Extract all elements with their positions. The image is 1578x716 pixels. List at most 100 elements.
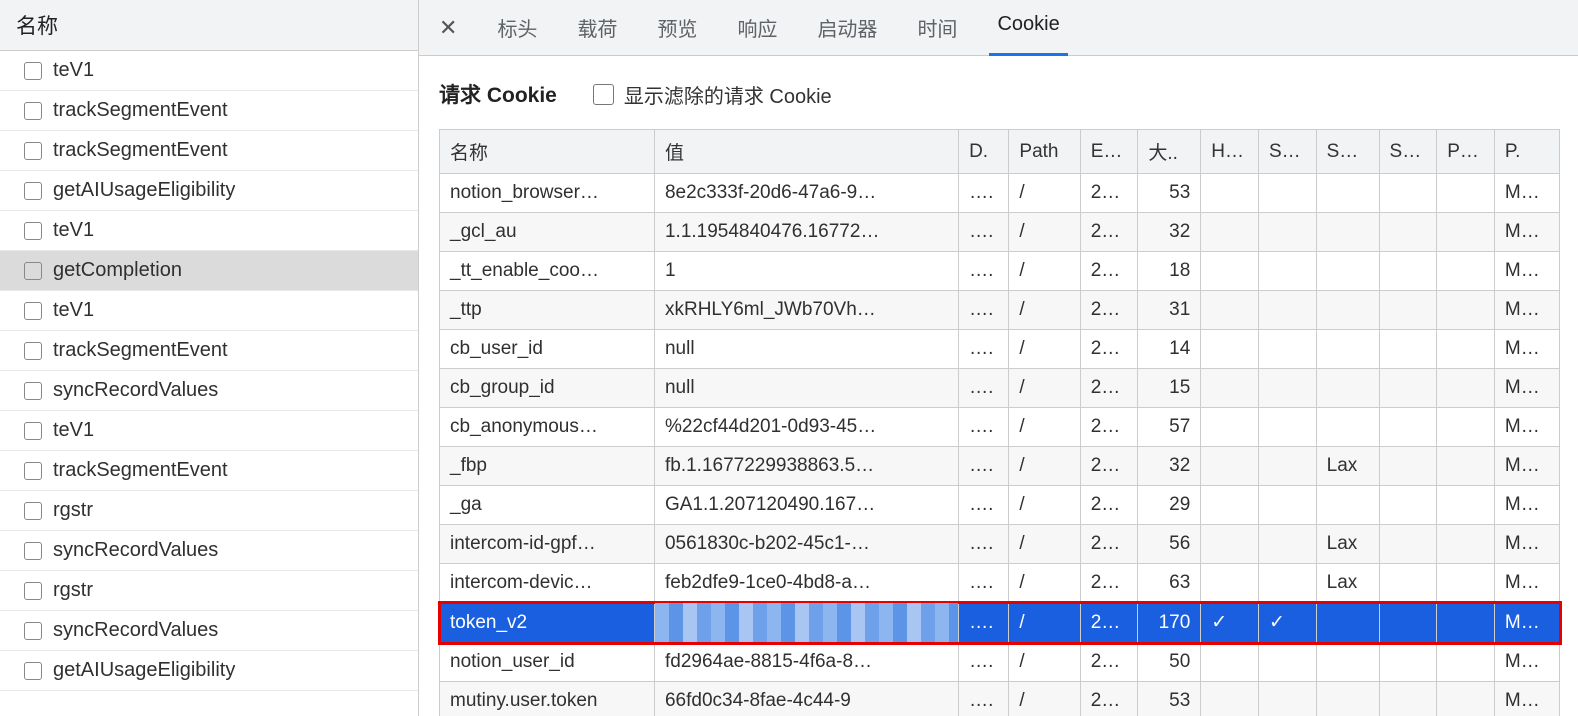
cookie-cell-value: 1 <box>654 252 958 291</box>
tab-时间[interactable]: 时间 <box>909 0 965 56</box>
cookie-column-header[interactable]: D. <box>959 130 1009 174</box>
request-item[interactable]: syncRecordValues <box>0 611 418 651</box>
cookie-column-header[interactable]: 名称 <box>440 130 655 174</box>
cookie-row[interactable]: token_v2…./2…170✓✓M… <box>440 603 1560 643</box>
checkbox-icon[interactable] <box>24 222 42 240</box>
cookie-row[interactable]: _ttpxkRHLY6ml_JWb70Vh……./2…31M… <box>440 291 1560 330</box>
cookie-cell-p2: M… <box>1494 213 1559 252</box>
checkbox-icon[interactable] <box>24 462 42 480</box>
cookie-column-header[interactable]: S… <box>1379 130 1437 174</box>
cookie-row[interactable]: _fbpfb.1.1677229938863.5……./2…32LaxM… <box>440 447 1560 486</box>
checkbox-icon[interactable] <box>24 102 42 120</box>
tab-响应[interactable]: 响应 <box>729 0 785 56</box>
tab-标头[interactable]: 标头 <box>489 0 545 56</box>
cookie-cell-p2: M… <box>1494 643 1559 682</box>
request-item[interactable]: trackSegmentEvent <box>0 331 418 371</box>
request-item[interactable]: teV1 <box>0 411 418 451</box>
request-item-label: rgstr <box>53 579 93 602</box>
cookie-cell-d: …. <box>959 174 1009 213</box>
checkbox-icon[interactable] <box>24 542 42 560</box>
cookie-cell-s3 <box>1379 252 1437 291</box>
request-item[interactable]: getCompletion <box>0 251 418 291</box>
checkbox-icon[interactable] <box>24 422 42 440</box>
cookie-row[interactable]: cb_user_idnull…./2…14M… <box>440 330 1560 369</box>
cookie-cell-d: …. <box>959 291 1009 330</box>
cookie-column-header[interactable]: P… <box>1437 130 1495 174</box>
cookie-row[interactable]: mutiny.user.token66fd0c34-8fae-4c44-9…./… <box>440 682 1560 716</box>
request-item[interactable]: trackSegmentEvent <box>0 91 418 131</box>
cookie-cell-path: / <box>1009 525 1080 564</box>
request-item[interactable]: trackSegmentEvent <box>0 451 418 491</box>
cookie-cell-value: feb2dfe9-1ce0-4bd8-a… <box>654 564 958 603</box>
cookie-cell-s2 <box>1316 291 1379 330</box>
request-item[interactable]: teV1 <box>0 51 418 91</box>
cookie-cell-h <box>1201 330 1259 369</box>
cookie-row[interactable]: intercom-devic…feb2dfe9-1ce0-4bd8-a……./2… <box>440 564 1560 603</box>
checkbox-icon[interactable] <box>24 622 42 640</box>
request-list[interactable]: teV1trackSegmentEventtrackSegmentEventge… <box>0 51 418 716</box>
request-item[interactable]: getAIUsageEligibility <box>0 651 418 691</box>
cookie-row[interactable]: _tt_enable_coo…1…./2…18M… <box>440 252 1560 291</box>
checkbox-icon[interactable] <box>24 582 42 600</box>
cookie-row[interactable]: cb_group_idnull…./2…15M… <box>440 369 1560 408</box>
request-item[interactable]: getAIUsageEligibility <box>0 171 418 211</box>
cookie-cell-s3 <box>1379 643 1437 682</box>
cookie-cell-p2: M… <box>1494 564 1559 603</box>
cookie-cell-h <box>1201 252 1259 291</box>
detail-panel: ✕ 标头载荷预览响应启动器时间Cookie 请求 Cookie 显示滤除的请求 … <box>419 0 1578 716</box>
cookie-cell-s3 <box>1379 330 1437 369</box>
show-filtered-checkbox[interactable]: 显示滤除的请求 Cookie <box>593 80 832 109</box>
cookie-cell-s2 <box>1316 174 1379 213</box>
cookie-row[interactable]: notion_browser…8e2c333f-20d6-47a6-9……./2… <box>440 174 1560 213</box>
cookie-row[interactable]: intercom-id-gpf…0561830c-b202-45c1-……./2… <box>440 525 1560 564</box>
cookie-column-header[interactable]: E… <box>1080 130 1138 174</box>
cookie-cell-p2: M… <box>1494 486 1559 525</box>
cookie-cell-p2: M… <box>1494 252 1559 291</box>
cookie-column-header[interactable]: S… <box>1258 130 1316 174</box>
cookie-cell-name: cb_anonymous… <box>440 408 655 447</box>
checkbox-icon[interactable] <box>24 142 42 160</box>
cookie-column-header[interactable]: H… <box>1201 130 1259 174</box>
request-item[interactable]: teV1 <box>0 211 418 251</box>
cookie-cell-p1 <box>1437 525 1495 564</box>
checkbox-icon[interactable] <box>24 182 42 200</box>
cookie-row[interactable]: notion_user_idfd2964ae-8815-4f6a-8……./2…… <box>440 643 1560 682</box>
checkbox-icon[interactable] <box>24 302 42 320</box>
cookie-cell-name: _tt_enable_coo… <box>440 252 655 291</box>
request-item[interactable]: trackSegmentEvent <box>0 131 418 171</box>
request-item[interactable]: rgstr <box>0 571 418 611</box>
request-item[interactable]: teV1 <box>0 291 418 331</box>
request-item[interactable]: syncRecordValues <box>0 531 418 571</box>
cookie-row[interactable]: _gaGA1.1.207120490.167……./2…29M… <box>440 486 1560 525</box>
tab-载荷[interactable]: 载荷 <box>569 0 625 56</box>
request-item-label: getAIUsageEligibility <box>53 179 235 202</box>
cookie-column-header[interactable]: 大.. <box>1138 130 1201 174</box>
cookie-cell-value <box>654 603 958 643</box>
checkbox-icon[interactable] <box>24 262 42 280</box>
tab-启动器[interactable]: 启动器 <box>809 0 885 56</box>
checkbox-icon[interactable] <box>24 662 42 680</box>
cookie-column-header[interactable]: S… <box>1316 130 1379 174</box>
tab-Cookie[interactable]: Cookie <box>989 0 1067 56</box>
cookie-column-header[interactable]: 值 <box>654 130 958 174</box>
cookie-cell-p1 <box>1437 643 1495 682</box>
request-item[interactable]: syncRecordValues <box>0 371 418 411</box>
checkbox-icon[interactable] <box>24 342 42 360</box>
cookie-row[interactable]: cb_anonymous…%22cf44d201-0d93-45……./2…57… <box>440 408 1560 447</box>
checkbox-icon[interactable] <box>24 62 42 80</box>
cookie-cell-size: 63 <box>1138 564 1201 603</box>
cookie-table[interactable]: 名称值D.PathE…大..H…S…S…S…P…P. notion_browse… <box>439 129 1560 716</box>
request-item-label: getCompletion <box>53 259 182 282</box>
checkbox-icon[interactable] <box>24 502 42 520</box>
checkbox-icon[interactable] <box>24 382 42 400</box>
request-item[interactable]: rgstr <box>0 491 418 531</box>
cookie-column-header[interactable]: P. <box>1494 130 1559 174</box>
cookie-cell-p2: M… <box>1494 447 1559 486</box>
cookie-cell-name: intercom-id-gpf… <box>440 525 655 564</box>
cookie-cell-value: 1.1.1954840476.16772… <box>654 213 958 252</box>
cookie-row[interactable]: _gcl_au1.1.1954840476.16772……./2…32M… <box>440 213 1560 252</box>
close-icon[interactable]: ✕ <box>431 11 465 45</box>
cookie-column-header[interactable]: Path <box>1009 130 1080 174</box>
tab-预览[interactable]: 预览 <box>649 0 705 56</box>
cookie-cell-h <box>1201 643 1259 682</box>
